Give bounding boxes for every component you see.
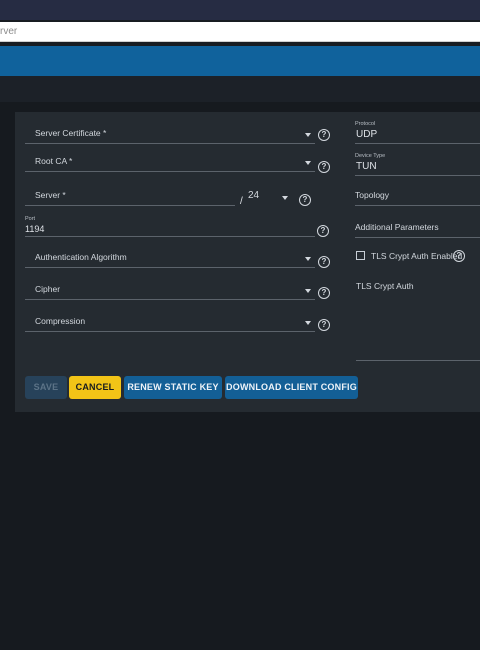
topology-label: Topology xyxy=(355,190,390,200)
protocol-select[interactable]: Protocol UDP xyxy=(355,120,480,144)
compression-label: Compression xyxy=(35,316,86,326)
help-icon[interactable]: ? xyxy=(318,287,330,299)
device-type-select[interactable]: Device Type TUN xyxy=(355,152,480,176)
browser-top-strip xyxy=(0,0,480,20)
root-ca-label: Root CA * xyxy=(35,156,73,166)
port-value: 1194 xyxy=(25,224,45,234)
help-icon[interactable]: ? xyxy=(453,250,465,262)
authentication-algorithm-label: Authentication Algorithm xyxy=(35,252,127,262)
server-label: Server * xyxy=(35,190,66,200)
server-certificate-select[interactable]: Server Certificate * xyxy=(25,122,315,144)
tls-crypt-auth-textarea[interactable] xyxy=(356,360,480,361)
port-input[interactable]: Port 1194 xyxy=(25,215,315,237)
netmask-select[interactable]: 24 xyxy=(244,184,296,206)
help-icon[interactable]: ? xyxy=(318,161,330,173)
cipher-select[interactable]: Cipher xyxy=(25,278,315,300)
netmask-separator: / xyxy=(240,196,243,207)
netmask-value: 24 xyxy=(248,190,260,201)
additional-parameters-label: Additional Parameters xyxy=(355,222,439,232)
chevron-down-icon xyxy=(305,257,311,261)
protocol-label: Protocol xyxy=(355,121,376,127)
cancel-button[interactable]: CANCEL xyxy=(69,376,121,399)
tls-crypt-auth-enabled-label: TLS Crypt Auth Enabled xyxy=(371,251,463,261)
authentication-algorithm-select[interactable]: Authentication Algorithm xyxy=(25,246,315,268)
address-bar[interactable]: rver xyxy=(0,22,480,42)
cipher-label: Cipher xyxy=(35,284,61,294)
help-icon[interactable]: ? xyxy=(299,194,311,206)
chevron-down-icon xyxy=(305,321,311,325)
compression-select[interactable]: Compression xyxy=(25,310,315,332)
help-icon[interactable]: ? xyxy=(318,256,330,268)
help-icon[interactable]: ? xyxy=(318,129,330,141)
device-type-value: TUN xyxy=(356,161,377,172)
chevron-down-icon xyxy=(305,289,311,293)
chevron-down-icon xyxy=(305,133,311,137)
chevron-down-icon xyxy=(305,161,311,165)
root-ca-select[interactable]: Root CA * xyxy=(25,150,315,172)
app-header-bar xyxy=(0,46,480,76)
protocol-value: UDP xyxy=(356,129,378,140)
chevron-down-icon xyxy=(282,196,288,200)
save-button[interactable]: SAVE xyxy=(25,376,67,399)
subheader-bar xyxy=(0,76,480,102)
address-bar-text: rver xyxy=(0,26,18,37)
port-label: Port xyxy=(25,216,36,222)
additional-parameters-input[interactable]: Additional Parameters xyxy=(355,216,480,238)
server-input[interactable]: Server * xyxy=(25,184,235,206)
tls-crypt-auth-label: TLS Crypt Auth xyxy=(356,281,414,291)
device-type-label: Device Type xyxy=(355,153,386,159)
server-certificate-label: Server Certificate * xyxy=(35,128,107,138)
topology-select[interactable]: Topology xyxy=(355,184,480,206)
help-icon[interactable]: ? xyxy=(318,319,330,331)
help-icon[interactable]: ? xyxy=(317,225,329,237)
download-client-config-button[interactable]: DOWNLOAD CLIENT CONFIG xyxy=(225,376,358,399)
tls-crypt-auth-enabled-checkbox[interactable] xyxy=(356,251,365,260)
renew-static-key-button[interactable]: RENEW STATIC KEY xyxy=(124,376,222,399)
